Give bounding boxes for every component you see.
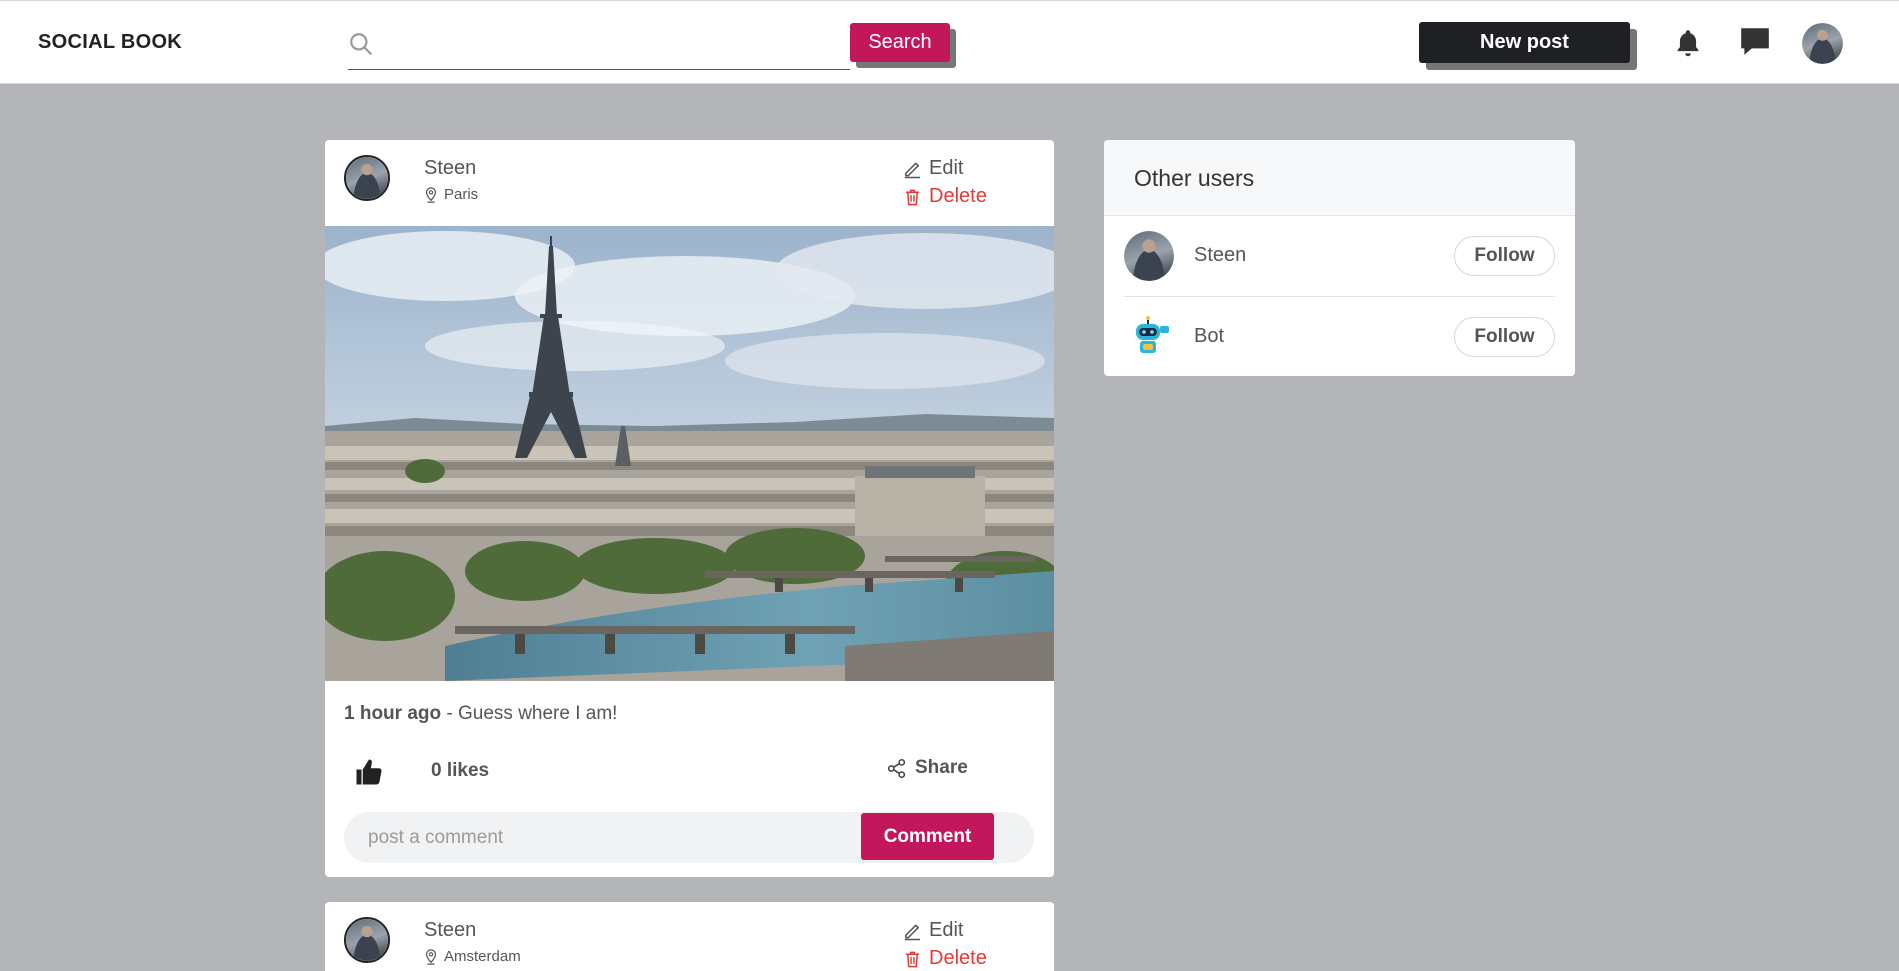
search-input[interactable] xyxy=(382,31,842,61)
delete-label: Delete xyxy=(929,947,987,969)
edit-post-button[interactable]: Edit xyxy=(903,157,963,180)
post-location: Paris xyxy=(424,186,478,203)
post-text: Guess where I am! xyxy=(458,703,618,724)
post-caption: 1 hour ago - Guess where I am! xyxy=(344,703,617,725)
trash-icon xyxy=(905,189,920,205)
search-icon xyxy=(350,33,372,55)
post-author-avatar[interactable] xyxy=(344,155,390,201)
robot-avatar[interactable] xyxy=(1124,312,1174,362)
user-name[interactable]: Steen xyxy=(1194,244,1246,267)
edit-post-button[interactable]: Edit xyxy=(903,919,963,942)
pencil-icon xyxy=(904,162,921,178)
follow-button[interactable]: Follow xyxy=(1454,317,1555,357)
thumbs-up-icon[interactable] xyxy=(354,757,384,787)
edit-label: Edit xyxy=(929,157,964,179)
top-navbar: SOCIAL BOOK Search New post xyxy=(0,0,1899,84)
post-photo[interactable] xyxy=(325,226,1054,681)
comment-button[interactable]: Comment xyxy=(861,813,994,860)
post-author-name[interactable]: Steen xyxy=(424,157,476,180)
follow-button[interactable]: Follow xyxy=(1454,236,1555,276)
likes-count: 0 likes xyxy=(431,760,490,781)
other-users-title: Other users xyxy=(1134,165,1255,191)
post-location: Amsterdam xyxy=(424,948,521,965)
post-author-avatar[interactable] xyxy=(344,917,390,963)
pencil-icon xyxy=(904,924,921,940)
user-list-item: Bot Follow xyxy=(1124,297,1555,376)
post-author-name[interactable]: Steen xyxy=(424,919,476,942)
user-list-item: Steen Follow xyxy=(1124,216,1555,297)
user-avatar-steen[interactable] xyxy=(1124,231,1174,281)
user-name[interactable]: Bot xyxy=(1194,325,1224,348)
post-location-label: Amsterdam xyxy=(444,948,521,965)
avatar-image xyxy=(1124,231,1174,281)
share-label: Share xyxy=(915,757,968,778)
other-users-panel: Other users Steen Follow Bot Follow xyxy=(1104,140,1575,376)
edit-label: Edit xyxy=(929,919,964,941)
post-card: Steen Paris Edit Delete 1 hour ago - Gue… xyxy=(325,140,1054,877)
post-card: Steen Amsterdam Edit Delete xyxy=(325,902,1054,971)
trash-icon xyxy=(905,951,920,967)
brand-logo[interactable]: SOCIAL BOOK xyxy=(38,31,182,54)
post-location-label: Paris xyxy=(444,186,479,203)
chat-icon[interactable] xyxy=(1738,25,1772,59)
delete-post-button[interactable]: Delete xyxy=(903,185,987,208)
search-box xyxy=(348,23,850,70)
caption-separator: - xyxy=(441,703,459,724)
share-button[interactable]: Share xyxy=(886,757,968,779)
share-icon xyxy=(887,758,906,778)
avatar-image xyxy=(1802,23,1843,64)
search-button[interactable]: Search xyxy=(850,23,950,62)
user-avatar[interactable] xyxy=(1802,23,1843,64)
delete-post-button[interactable]: Delete xyxy=(903,947,987,970)
location-pin-icon xyxy=(425,948,437,965)
comment-input[interactable] xyxy=(368,822,848,853)
comment-form: Comment xyxy=(344,812,1034,863)
delete-label: Delete xyxy=(929,185,987,207)
new-post-button[interactable]: New post xyxy=(1419,22,1630,63)
avatar-image xyxy=(346,157,388,199)
post-time: 1 hour ago xyxy=(344,703,442,724)
bell-icon[interactable] xyxy=(1674,28,1702,58)
location-pin-icon xyxy=(425,186,437,203)
avatar-image xyxy=(346,919,388,961)
